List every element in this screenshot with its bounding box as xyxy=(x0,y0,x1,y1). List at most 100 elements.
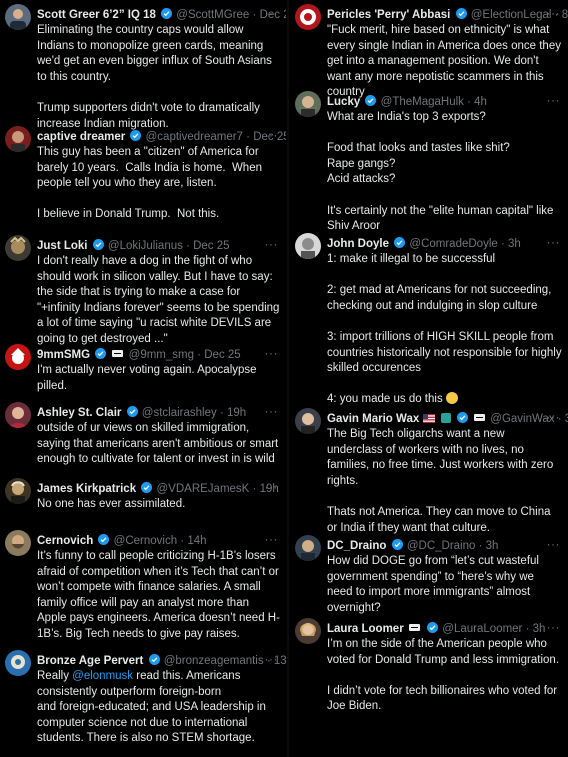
more-options-icon[interactable]: ··· xyxy=(265,652,279,666)
more-options-icon[interactable]: ··· xyxy=(265,237,279,251)
verified-badge-icon xyxy=(365,95,377,106)
tweet-text: The Big Tech oligarchs want a new underc… xyxy=(327,428,554,534)
avatar[interactable] xyxy=(5,650,31,676)
handle[interactable]: @GavinWax xyxy=(490,413,554,425)
verified-badge-icon xyxy=(455,8,467,19)
more-options-icon[interactable]: ··· xyxy=(547,537,561,551)
more-options-icon[interactable]: ··· xyxy=(265,480,279,494)
display-name[interactable]: Pericles 'Perry' Abbasi xyxy=(327,9,450,21)
tweet[interactable]: Just Loki @LokiJulianus · Dec 25 ··· I d… xyxy=(0,235,286,345)
more-options-icon[interactable]: ··· xyxy=(265,404,279,418)
left-column: Scott Greer 6’2” IQ 18 @ScottMGree · Dec… xyxy=(0,0,286,757)
verified-badge-icon xyxy=(148,654,160,665)
more-options-icon[interactable]: ··· xyxy=(547,93,561,107)
more-options-icon[interactable]: ··· xyxy=(547,410,561,424)
display-name[interactable]: Ashley St. Clair xyxy=(37,407,121,419)
display-name[interactable]: DC_Draino xyxy=(327,540,386,552)
display-name[interactable]: John Doyle xyxy=(327,238,389,250)
display-name[interactable]: 9mmSMG xyxy=(37,349,90,361)
tweet[interactable]: 9mmSMG @9mm_smg · Dec 25 ··· I'm actuall… xyxy=(0,344,286,392)
display-name[interactable]: Laura Loomer xyxy=(327,623,404,635)
tweet[interactable]: Pericles 'Perry' Abbasi @ElectionLegal ·… xyxy=(290,4,568,98)
timestamp[interactable]: 8h xyxy=(562,9,568,21)
more-options-icon[interactable]: ··· xyxy=(265,346,279,360)
column-divider xyxy=(287,0,289,757)
avatar[interactable] xyxy=(295,91,321,117)
display-name[interactable]: Scott Greer 6’2” IQ 18 xyxy=(37,9,156,21)
affiliate-badge-icon xyxy=(408,624,420,631)
tweet[interactable]: Scott Greer 6’2” IQ 18 @ScottMGree · Dec… xyxy=(0,4,286,130)
affiliate-badge-icon xyxy=(112,350,124,357)
verified-badge-icon xyxy=(95,348,107,359)
avatar[interactable] xyxy=(5,402,31,428)
avatar[interactable] xyxy=(5,344,31,370)
display-name[interactable]: Cernovich xyxy=(37,535,93,547)
avatar[interactable] xyxy=(5,4,31,30)
timestamp[interactable]: 3h xyxy=(486,540,499,552)
tweet[interactable]: Laura Loomer @LauraLoomer · 3h ··· I’m o… xyxy=(290,618,568,728)
tweet[interactable]: Bronze Age Pervert @bronzeagemantis · 13… xyxy=(0,650,286,750)
handle[interactable]: @bronzeagemantis xyxy=(164,655,264,667)
tweet[interactable]: Gavin Mario Wax @GavinWax · 3h ··· The B… xyxy=(290,408,568,534)
more-options-icon[interactable]: ··· xyxy=(547,6,561,20)
us-flag-icon xyxy=(423,412,436,423)
tweet-text: I'm actually never voting again. Apocaly… xyxy=(37,364,260,392)
more-options-icon[interactable]: ··· xyxy=(547,620,561,634)
timestamp[interactable]: 3h xyxy=(508,238,521,250)
timestamp[interactable]: 14h xyxy=(187,535,206,547)
avatar[interactable] xyxy=(5,478,31,504)
timestamp[interactable]: Dec 25 xyxy=(193,240,229,252)
avatar[interactable] xyxy=(295,233,321,259)
tweet[interactable]: John Doyle @ComradeDoyle · 3h ··· 1: mak… xyxy=(290,233,568,405)
timestamp[interactable]: 3h xyxy=(533,623,546,635)
handle[interactable]: @ScottMGree xyxy=(176,9,249,21)
tweet[interactable]: Lucky @TheMagaHulk · 4h ··· What are Ind… xyxy=(290,91,568,232)
avatar[interactable] xyxy=(295,408,321,434)
tweet[interactable]: DC_Draino @DC_Draino · 3h ··· How did DO… xyxy=(290,535,568,614)
more-options-icon[interactable]: ··· xyxy=(265,128,279,142)
tweet-text: This guy has been a "citizen" of America… xyxy=(37,146,262,221)
display-name[interactable]: Just Loki xyxy=(37,240,87,252)
handle[interactable]: @DC_Draino xyxy=(407,540,476,552)
handle[interactable]: @TheMagaHulk xyxy=(381,96,464,108)
tweet[interactable]: James Kirkpatrick @VDAREJamesK · 19h ···… xyxy=(0,478,286,518)
verified-badge-icon xyxy=(456,412,468,423)
display-name[interactable]: Lucky xyxy=(327,96,360,108)
avatar[interactable] xyxy=(5,126,31,152)
handle[interactable]: @stclairashley xyxy=(142,407,217,419)
more-options-icon[interactable]: ··· xyxy=(547,235,561,249)
tweet-text: "Fuck merit, hire based on ethnicity" is… xyxy=(327,24,565,99)
affiliate-badge-icon xyxy=(474,414,486,421)
handle[interactable]: @VDAREJamesK xyxy=(157,483,250,495)
handle[interactable]: @LokiJulianus xyxy=(108,240,183,252)
tweet[interactable]: Ashley St. Clair @stclairashley · 19h ··… xyxy=(0,402,286,470)
mention-link[interactable]: @elonmusk xyxy=(72,670,133,682)
display-name[interactable]: Gavin Mario Wax xyxy=(327,413,419,425)
avatar[interactable] xyxy=(5,530,31,556)
handle[interactable]: @ComradeDoyle xyxy=(409,238,497,250)
more-options-icon[interactable]: ··· xyxy=(265,6,279,20)
verified-badge-icon xyxy=(394,237,406,248)
avatar[interactable] xyxy=(295,535,321,561)
handle[interactable]: @LauraLoomer xyxy=(442,623,522,635)
tweet-text: It’s funny to call people criticizing H-… xyxy=(37,550,283,640)
avatar[interactable] xyxy=(295,618,321,644)
tweet-text: I’m on the side of the American people w… xyxy=(327,638,560,713)
tweet[interactable]: captive dreamer @captivedreamer7 · Dec 2… xyxy=(0,126,286,226)
timestamp[interactable]: Dec 25 xyxy=(204,349,240,361)
display-name[interactable]: captive dreamer xyxy=(37,131,125,143)
timestamp[interactable]: 4h xyxy=(474,96,487,108)
handle[interactable]: @captivedreamer7 xyxy=(146,131,243,143)
avatar[interactable] xyxy=(5,235,31,261)
handle[interactable]: @9mm_smg xyxy=(129,349,194,361)
handle[interactable]: @Cernovich xyxy=(114,535,177,547)
avatar[interactable] xyxy=(295,4,321,30)
timestamp[interactable]: 19h xyxy=(227,407,246,419)
more-options-icon[interactable]: ··· xyxy=(265,532,279,546)
tweet[interactable]: Cernovich @Cernovich · 14h ··· It’s funn… xyxy=(0,530,286,640)
handle[interactable]: @ElectionLegal xyxy=(471,9,552,21)
tweet-text: outside of ur views on skilled immigrati… xyxy=(37,422,282,466)
verified-badge-icon xyxy=(161,8,173,19)
display-name[interactable]: Bronze Age Pervert xyxy=(37,655,143,667)
display-name[interactable]: James Kirkpatrick xyxy=(37,483,136,495)
